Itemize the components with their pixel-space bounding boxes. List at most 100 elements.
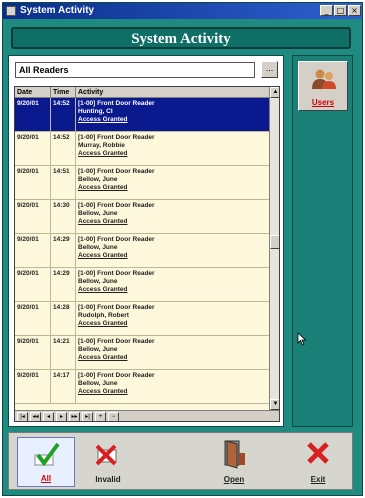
table-row[interactable]: 9/20/01 14:52 [1-00] Front Door Reader Murr… [15, 132, 269, 166]
navigator-button[interactable]: ◂ [43, 412, 54, 421]
table-row[interactable]: 9/20/01 14:29 [1-00] Front Door Reader Bell… [15, 234, 269, 268]
exit-button[interactable]: Exit [289, 437, 347, 487]
activity-line: Bellow, June [78, 210, 118, 217]
scroll-down-icon[interactable]: ▼ [270, 399, 279, 410]
activity-line: [1-00] Front Door Reader [78, 372, 155, 379]
close-button[interactable]: × [348, 5, 361, 16]
scroll-thumb[interactable] [270, 235, 279, 249]
reader-browse-button[interactable]: ... [261, 61, 278, 78]
cell-activity: [1-00] Front Door Reader Hunting, Cl Acces… [76, 98, 269, 132]
table-row[interactable]: 9/20/01 14:51 [1-00] Front Door Reader Bell… [15, 166, 269, 200]
activity-line: Access Granted [78, 286, 128, 293]
app-icon [6, 6, 16, 16]
record-navigator: |◂ ◂◂ ◂ ▸ ▸▸ ▸| + − [15, 410, 279, 421]
activity-line: Access Granted [78, 218, 128, 225]
table-row[interactable]: 9/20/01 14:52 [1-00] Front Door Reader Hunt… [15, 98, 269, 132]
scroll-up-icon[interactable]: ▲ [270, 87, 279, 98]
cell-date: 9/20/01 [15, 268, 51, 302]
reader-filter-select[interactable]: All Readers [15, 62, 255, 78]
activity-line: Rudolph, Robert [78, 312, 129, 319]
cell-date: 9/20/01 [15, 336, 51, 370]
page-banner: System Activity [11, 27, 351, 49]
all-label: All [40, 474, 52, 483]
banner-title: System Activity [131, 31, 231, 47]
vertical-scrollbar[interactable]: ▲ ▼ [269, 87, 279, 410]
activity-line: [1-00] Front Door Reader [78, 202, 155, 209]
all-checkmark-icon [34, 442, 60, 467]
column-header-time[interactable]: Time [51, 87, 76, 98]
cell-activity: [1-00] Front Door Reader Bellow, June Acce… [76, 268, 269, 302]
activity-line: Access Granted [78, 116, 128, 123]
users-label: Users [311, 98, 335, 107]
activity-line: Access Granted [78, 184, 128, 191]
activity-line: [1-00] Front Door Reader [78, 270, 155, 277]
cell-date: 9/20/01 [15, 234, 51, 268]
cell-time: 14:21 [51, 336, 76, 370]
activity-line: Bellow, June [78, 176, 118, 183]
activity-line: Bellow, June [78, 278, 118, 285]
cell-date: 9/20/01 [15, 370, 51, 404]
cell-time: 14:52 [51, 98, 76, 132]
users-button[interactable]: Users [298, 61, 348, 111]
activity-line: [1-00] Front Door Reader [78, 168, 155, 175]
cell-activity: [1-00] Front Door Reader Murray, Robbie Ac… [76, 132, 269, 166]
activity-line: [1-00] Front Door Reader [78, 100, 155, 107]
cell-date: 9/20/01 [15, 98, 51, 132]
activity-line: Bellow, June [78, 244, 118, 251]
exit-label: Exit [310, 475, 326, 484]
all-button[interactable]: All [17, 437, 75, 487]
activity-line: [1-00] Front Door Reader [78, 134, 155, 141]
open-label: Open [223, 475, 245, 484]
table-row[interactable]: 9/20/01 14:17 [1-00] Front Door Reader Bell… [15, 370, 269, 404]
cell-activity: [1-00] Front Door Reader Bellow, June Acce… [76, 370, 269, 404]
navigator-button[interactable]: ◂◂ [30, 412, 41, 421]
cell-time: 14:51 [51, 166, 76, 200]
cell-activity: [1-00] Front Door Reader Bellow, June Acce… [76, 234, 269, 268]
activity-line: Bellow, June [78, 346, 118, 353]
navigator-button[interactable]: ▸| [82, 412, 93, 421]
cell-time: 14:29 [51, 268, 76, 302]
bottom-toolbar: All Invalid Open Exit [8, 432, 353, 490]
invalid-button[interactable]: Invalid [79, 437, 137, 487]
cell-date: 9/20/01 [15, 302, 51, 336]
column-header-date[interactable]: Date [15, 87, 51, 98]
table-row[interactable]: 9/20/01 14:29 [1-00] Front Door Reader Bell… [15, 268, 269, 302]
cell-time: 14:29 [51, 234, 76, 268]
activity-panel: All Readers ... Date Time Activity 9/20/… [8, 55, 284, 427]
column-header-activity[interactable]: Activity [76, 87, 269, 98]
navigator-button[interactable]: ▸ [56, 412, 67, 421]
exit-icon [307, 442, 329, 464]
title-bar: System Activity _ □ × [3, 3, 362, 19]
table-row[interactable]: 9/20/01 14:30 [1-00] Front Door Reader Bell… [15, 200, 269, 234]
side-panel: Users [292, 55, 353, 427]
cell-activity: [1-00] Front Door Reader Rudolph, Robert A… [76, 302, 269, 336]
invalid-label: Invalid [95, 475, 121, 484]
navigator-button[interactable]: − [108, 412, 119, 421]
open-button[interactable]: Open [205, 437, 263, 487]
window-title: System Activity [20, 5, 95, 16]
activity-line: [1-00] Front Door Reader [78, 236, 155, 243]
activity-line: [1-00] Front Door Reader [78, 304, 155, 311]
cell-date: 9/20/01 [15, 132, 51, 166]
activity-line: Access Granted [78, 252, 128, 259]
activity-line: Bellow, June [78, 380, 118, 387]
cell-time: 14:30 [51, 200, 76, 234]
grid-header: Date Time Activity [15, 87, 269, 98]
maximize-button[interactable]: □ [334, 5, 347, 16]
cell-activity: [1-00] Front Door Reader Bellow, June Acce… [76, 336, 269, 370]
invalid-icon [95, 444, 117, 466]
table-row[interactable]: 9/20/01 14:28 [1-00] Front Door Reader Rudo… [15, 302, 269, 336]
navigator-button[interactable]: |◂ [17, 412, 28, 421]
activity-line: Murray, Robbie [78, 142, 125, 149]
activity-line: Access Granted [78, 150, 128, 157]
minimize-button[interactable]: _ [320, 5, 333, 16]
cell-time: 14:28 [51, 302, 76, 336]
mouse-cursor-icon [297, 332, 307, 346]
navigator-button[interactable]: + [95, 412, 106, 421]
door-open-icon [224, 440, 245, 469]
users-icon [312, 69, 336, 89]
cell-activity: [1-00] Front Door Reader Bellow, June Acce… [76, 200, 269, 234]
activity-line: Access Granted [78, 320, 128, 327]
navigator-button[interactable]: ▸▸ [69, 412, 80, 421]
table-row[interactable]: 9/20/01 14:21 [1-00] Front Door Reader Bell… [15, 336, 269, 370]
